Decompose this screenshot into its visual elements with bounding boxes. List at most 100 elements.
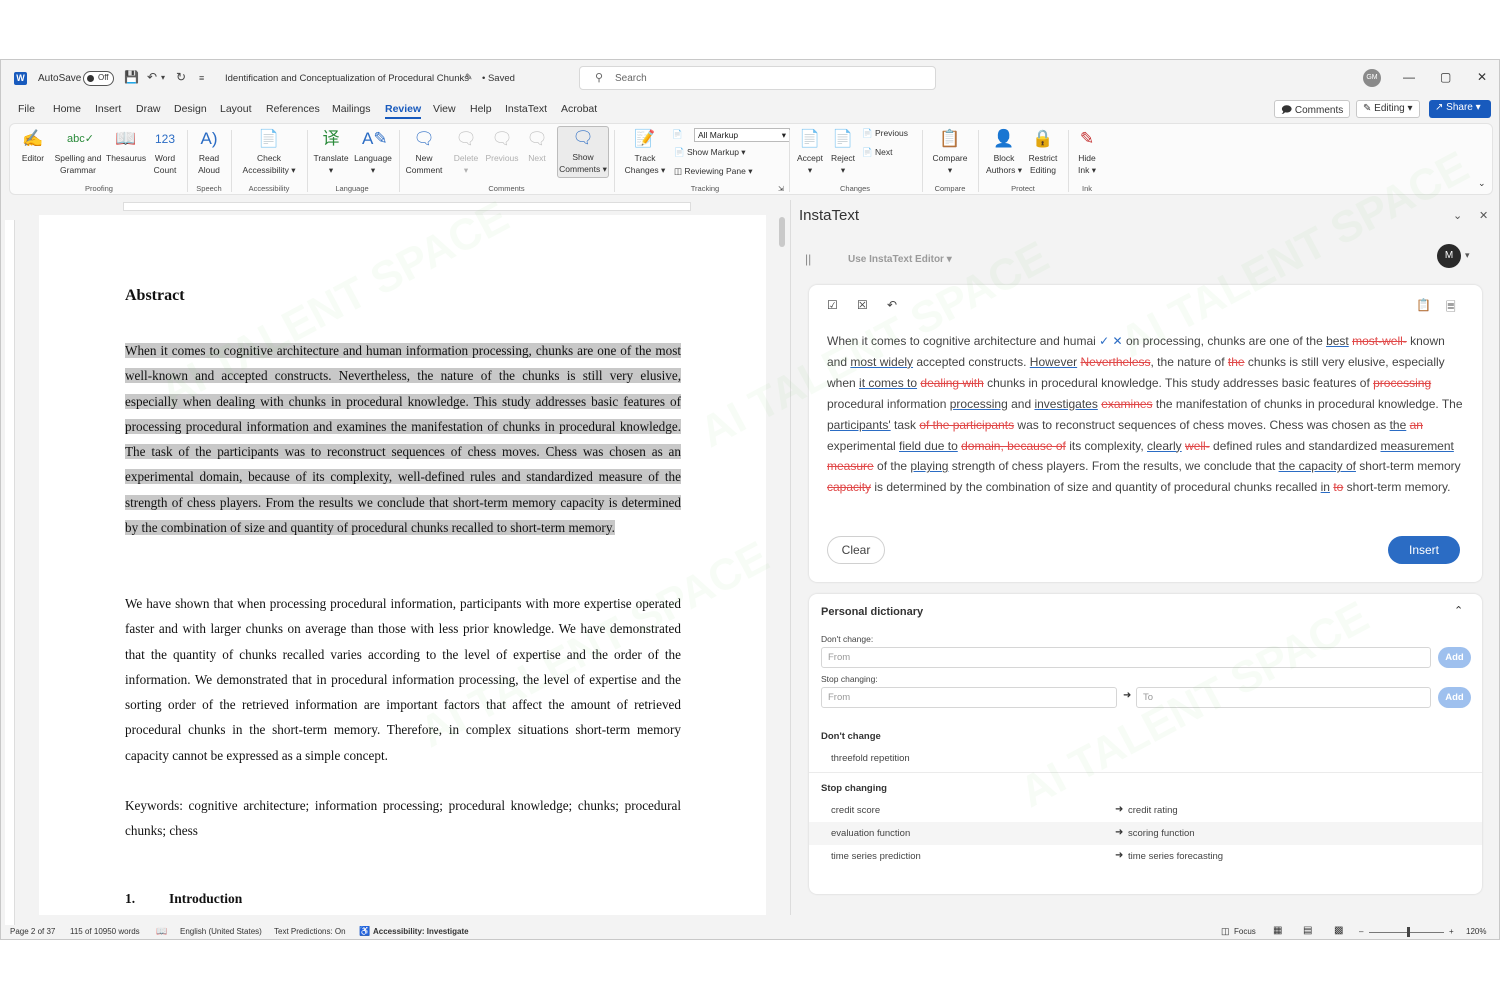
suggested-insertion[interactable]: participants' — [827, 418, 891, 432]
suggested-deletion[interactable]: Nevertheless — [1080, 355, 1150, 369]
add-stop-changing-button[interactable]: Add — [1438, 687, 1471, 708]
ribbon-collapse-icon[interactable]: ⌄ — [1478, 178, 1486, 189]
suggested-deletion[interactable]: to — [1333, 480, 1343, 494]
restrict-editing-button[interactable]: 🔒 Restrict Editing — [1024, 128, 1062, 176]
suggested-insertion[interactable]: investigates — [1034, 397, 1097, 411]
word-app-icon[interactable]: W — [14, 72, 27, 85]
focus-button[interactable]: Focus — [1234, 927, 1256, 936]
undo-icon[interactable]: ↶ — [147, 70, 157, 84]
tab-help[interactable]: Help — [470, 103, 492, 115]
suggested-deletion[interactable]: domain, because of — [961, 439, 1066, 453]
tab-design[interactable]: Design — [174, 103, 207, 115]
read-aloud-button[interactable]: A) Read Aloud — [192, 128, 226, 176]
stop-changing-item[interactable]: credit score ➜ credit rating — [809, 799, 1482, 822]
editor-mode-select[interactable]: Use InstaText Editor ▾ — [848, 254, 952, 265]
previous-comment-button[interactable]: 🗨 Previous — [484, 128, 520, 164]
web-layout-icon[interactable]: ▩ — [1334, 925, 1343, 936]
suggested-insertion[interactable]: clearly — [1147, 439, 1182, 453]
reject-all-icon[interactable]: ☒ — [857, 298, 868, 312]
suggested-insertion[interactable]: best — [1326, 334, 1349, 348]
sensitivity-icon[interactable]: ✎ — [465, 72, 473, 83]
minimize-icon[interactable]: — — [1403, 70, 1415, 84]
suggested-deletion[interactable]: the — [1228, 355, 1245, 369]
accessibility-indicator[interactable]: Accessibility: Investigate — [373, 927, 469, 936]
user-avatar[interactable]: GM — [1363, 69, 1381, 87]
redo-icon[interactable]: ↻ — [176, 70, 186, 84]
suggested-insertion[interactable]: measurement — [1381, 439, 1454, 453]
document-scrollbar[interactable] — [777, 215, 787, 915]
reject-button[interactable]: 📄 Reject ▾ — [828, 128, 858, 176]
tab-mailings[interactable]: Mailings — [332, 103, 371, 115]
block-authors-button[interactable]: 👤 Block Authors ▾ — [984, 128, 1024, 176]
suggested-deletion[interactable]: examines — [1101, 397, 1152, 411]
clear-button[interactable]: Clear — [827, 536, 885, 564]
close-window-icon[interactable]: ✕ — [1477, 70, 1487, 84]
suggested-insertion[interactable]: most widely — [850, 355, 913, 369]
suggested-deletion[interactable]: an — [1410, 418, 1423, 432]
zoom-out-icon[interactable]: – — [1359, 927, 1363, 936]
editor-button[interactable]: ✍ Editor — [16, 128, 50, 164]
customize-toolbar-icon[interactable]: ≡ — [199, 73, 204, 83]
vertical-ruler[interactable] — [5, 220, 15, 925]
comments-button[interactable]: 🗩 Comments — [1274, 100, 1351, 118]
previous-change-button[interactable]: 📄 Previous — [862, 128, 908, 139]
abstract-paragraph[interactable]: When it comes to cognitive architecture … — [125, 338, 681, 540]
suggested-deletion[interactable]: capacity — [827, 480, 871, 494]
spelling-button[interactable]: abc✓ Spelling and Grammar — [50, 128, 106, 176]
compare-button[interactable]: 📋 Compare ▾ — [928, 128, 972, 176]
account-avatar[interactable]: M — [1437, 244, 1461, 268]
suggested-insertion[interactable]: field due to — [899, 439, 958, 453]
share-button[interactable]: ↗ Share ▾ — [1429, 100, 1491, 118]
tab-layout[interactable]: Layout — [220, 103, 252, 115]
undo-icon[interactable]: ↶ — [887, 298, 897, 312]
show-comments-button[interactable]: 🗨 Show Comments ▾ — [557, 126, 609, 178]
suggested-insertion[interactable]: playing — [910, 459, 948, 473]
zoom-slider-handle[interactable] — [1407, 927, 1410, 937]
language-indicator[interactable]: English (United States) — [180, 927, 262, 936]
suggested-deletion[interactable]: dealing with — [920, 376, 983, 390]
proofing-icon[interactable]: 📖 — [156, 926, 167, 937]
dont-change-item[interactable]: threefold repetition — [809, 747, 1482, 770]
suggested-insertion[interactable]: it comes to — [859, 376, 917, 390]
next-change-button[interactable]: 📄 Next — [862, 147, 892, 158]
tab-view[interactable]: View — [433, 103, 456, 115]
display-for-review-select[interactable]: All Markup ▾ — [694, 128, 790, 142]
panel-options-icon[interactable]: ⌄ — [1453, 209, 1462, 222]
language-button[interactable]: A✎ Language ▾ — [352, 128, 394, 176]
page-indicator[interactable]: Page 2 of 37 — [10, 927, 55, 936]
next-comment-button[interactable]: 🗨 Next — [520, 128, 554, 164]
accept-all-icon[interactable]: ☑ — [827, 298, 838, 312]
reject-suggestion-icon[interactable]: ✕ — [1113, 334, 1123, 348]
search-box[interactable]: ⚲ Search — [579, 66, 936, 90]
tracking-options-icon[interactable]: ⇲ — [778, 185, 784, 193]
document-title[interactable]: Identification and Conceptualization of … — [225, 73, 469, 84]
insert-button[interactable]: Insert — [1388, 536, 1460, 564]
drag-handle-icon[interactable]: || — [805, 252, 811, 266]
hide-ink-button[interactable]: ✎ Hide Ink ▾ — [1072, 128, 1102, 176]
tab-insert[interactable]: Insert — [95, 103, 121, 115]
editing-mode-button[interactable]: ✎ Editing ▾ — [1356, 100, 1420, 118]
keywords-paragraph[interactable]: Keywords: cognitive architecture; inform… — [125, 793, 681, 844]
undo-dropdown-icon[interactable]: ▾ — [161, 73, 165, 82]
accept-suggestion-icon[interactable]: ✓ — [1099, 334, 1109, 348]
body-paragraph[interactable]: We have shown that when processing proce… — [125, 591, 681, 768]
tab-references[interactable]: References — [266, 103, 320, 115]
check-accessibility-button[interactable]: 📄 Check Accessibility ▾ — [236, 128, 302, 176]
tab-home[interactable]: Home — [53, 103, 81, 115]
suggested-deletion[interactable]: most-well- — [1352, 334, 1407, 348]
text-predictions-indicator[interactable]: Text Predictions: On — [274, 927, 346, 936]
scrollbar-thumb[interactable] — [779, 217, 785, 247]
thesaurus-button[interactable]: 📖 Thesaurus — [106, 128, 146, 164]
dont-change-from-input[interactable]: From — [821, 647, 1431, 668]
stop-changing-to-input[interactable]: To — [1136, 687, 1431, 708]
collapse-icon[interactable]: ⌃ — [1454, 604, 1463, 617]
chevron-down-icon[interactable]: ▾ — [1465, 250, 1470, 261]
show-markup-button[interactable]: 📄 Show Markup ▾ — [674, 147, 746, 158]
accept-button[interactable]: 📄 Accept ▾ — [794, 128, 826, 176]
horizontal-ruler[interactable] — [9, 200, 777, 212]
document-icon[interactable]: 🗏 — [1446, 298, 1456, 319]
add-dont-change-button[interactable]: Add — [1438, 647, 1471, 668]
tab-file[interactable]: File — [18, 103, 35, 115]
stop-changing-item[interactable]: evaluation function ➜ scoring function — [809, 822, 1482, 845]
suggested-insertion[interactable]: the capacity of — [1279, 459, 1356, 473]
